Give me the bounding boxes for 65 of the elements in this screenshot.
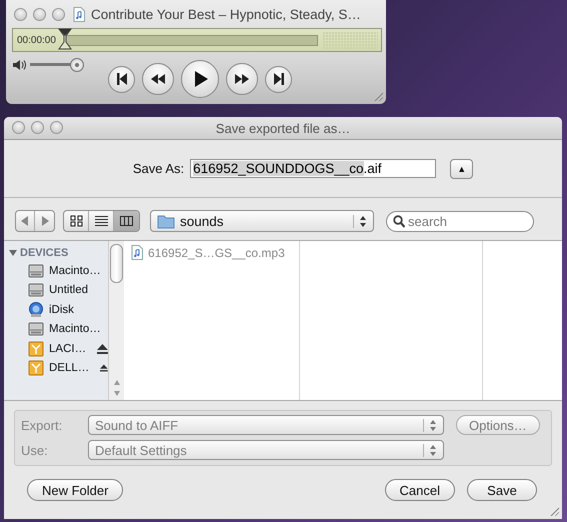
folder-icon bbox=[157, 214, 175, 228]
scroll-thumb[interactable] bbox=[110, 244, 123, 283]
option-label: Export: bbox=[21, 418, 64, 432]
collapse-button[interactable]: ▲ bbox=[450, 158, 474, 178]
music-file-icon bbox=[131, 245, 143, 260]
icons-view-icon bbox=[70, 215, 82, 227]
new-folder-button[interactable]: New Folder bbox=[27, 479, 124, 501]
vertical-scrollbar[interactable] bbox=[108, 241, 124, 400]
list-view-icon bbox=[94, 215, 108, 227]
eject-icon[interactable] bbox=[97, 344, 108, 354]
columns-view-icon bbox=[120, 215, 133, 227]
volume-thumb[interactable] bbox=[70, 58, 84, 72]
stepper-arrows-icon bbox=[353, 214, 367, 228]
file-item[interactable]: 616952_S…GS__co.mp3 bbox=[124, 241, 299, 260]
search-input[interactable]: search bbox=[408, 214, 527, 228]
search-icon bbox=[393, 214, 405, 228]
hard-drive-icon bbox=[28, 321, 44, 338]
skip-back-button[interactable] bbox=[108, 66, 135, 92]
sidebar-item[interactable]: Macinto… bbox=[4, 261, 108, 280]
folder-dropdown[interactable]: sounds bbox=[150, 210, 374, 232]
column-view-button[interactable] bbox=[114, 211, 139, 231]
disclosure-triangle-down-icon[interactable] bbox=[9, 249, 17, 257]
speaker-icon bbox=[12, 59, 26, 71]
sidebar-item[interactable]: iDisk bbox=[4, 300, 108, 320]
stepper-arrows-icon bbox=[423, 444, 437, 456]
window-control-button[interactable] bbox=[52, 8, 65, 20]
fast-forward-button[interactable] bbox=[226, 63, 258, 95]
window-control-button[interactable] bbox=[31, 121, 44, 134]
eject-icon[interactable] bbox=[100, 363, 108, 374]
stepper-arrows-icon bbox=[423, 418, 437, 432]
playhead-handle[interactable] bbox=[58, 28, 72, 50]
elapsed-time: 00:00:00 bbox=[17, 34, 56, 46]
cancel-button[interactable]: Cancel bbox=[384, 479, 455, 501]
window-control-button[interactable] bbox=[50, 121, 63, 134]
play-button[interactable] bbox=[181, 60, 219, 98]
grid-pattern-drawing bbox=[322, 31, 378, 49]
hard-drive-icon bbox=[28, 262, 44, 279]
rewind-icon bbox=[150, 71, 166, 87]
external-drive-icon bbox=[28, 340, 44, 357]
right-arrow-icon bbox=[40, 216, 48, 226]
external-drive-icon bbox=[28, 360, 44, 376]
music-file-icon bbox=[73, 6, 85, 22]
sidebar-item[interactable]: DELL… bbox=[4, 358, 108, 378]
search-field[interactable]: search bbox=[386, 210, 534, 232]
filename-field[interactable]: 616952_SOUNDDOGS__co.aif bbox=[190, 159, 436, 178]
option-label: Use: bbox=[21, 442, 49, 458]
window-control-button[interactable] bbox=[33, 8, 46, 20]
window-title: Contribute Your Best – Hypnotic, Steady, S… bbox=[91, 6, 361, 22]
left-arrow-icon bbox=[21, 216, 29, 226]
sidebar-item[interactable]: Macinto… bbox=[4, 320, 108, 339]
window-control-button[interactable] bbox=[12, 121, 25, 134]
play-icon bbox=[192, 70, 208, 88]
hard-drive-icon bbox=[28, 282, 44, 298]
section-header: DEVICES bbox=[20, 247, 68, 259]
window-control-button[interactable] bbox=[14, 8, 27, 20]
sidebar-item[interactable]: Untitled bbox=[4, 280, 108, 300]
save-as-label: Save As: bbox=[132, 161, 184, 176]
rewind-button[interactable] bbox=[142, 63, 174, 95]
forward-icon bbox=[234, 71, 250, 87]
save-button[interactable]: Save bbox=[467, 479, 537, 501]
window-title: Save exported file as… bbox=[216, 120, 350, 136]
skip-forward-button[interactable] bbox=[265, 66, 292, 92]
sidebar-item[interactable]: LACI… bbox=[4, 339, 108, 358]
globe-disk-icon bbox=[28, 302, 44, 318]
scroll-arrows-icon bbox=[112, 378, 120, 398]
